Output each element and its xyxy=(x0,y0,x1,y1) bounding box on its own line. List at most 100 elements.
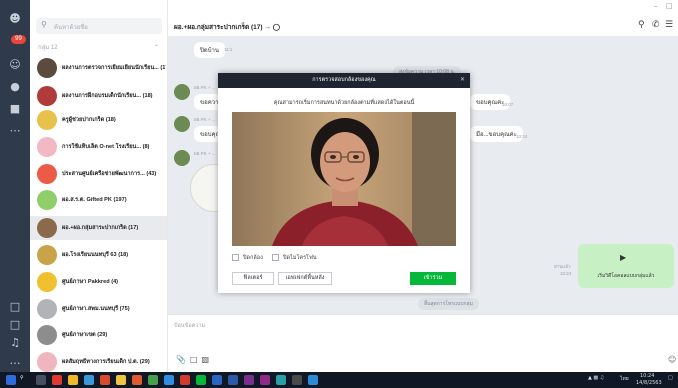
sender-avatar[interactable] xyxy=(174,150,190,166)
turn-off-camera-checkbox[interactable]: ปิดกล้อง xyxy=(232,254,263,262)
sender-name: ผอ.PK + ... xyxy=(194,117,216,122)
add-friend-icon[interactable]: ☺ xyxy=(8,58,22,72)
keep-icon[interactable]: □ xyxy=(8,300,22,314)
word-icon[interactable] xyxy=(228,375,238,385)
language-indicator[interactable]: ไทย xyxy=(620,375,629,383)
emoji-icon[interactable]: ☺ xyxy=(668,355,676,364)
dialog-title: การตรวจสอบกล้องของคุณ xyxy=(218,73,470,88)
app-icon-3[interactable] xyxy=(84,375,94,385)
more-icon[interactable]: ⋯ xyxy=(8,124,22,138)
chat-list-item[interactable]: ผอ.+ผอ.กลุ่มสาระปากเกร็ด (17) xyxy=(30,216,167,240)
call-icon[interactable]: ✆ xyxy=(652,20,660,30)
camera-check-dialog: การตรวจสอบกล้องของคุณ ✕ คุณสามารถเริ่มกา… xyxy=(218,73,470,293)
sender-name: ผอ.PK + ... xyxy=(194,85,216,90)
taskview-icon[interactable] xyxy=(36,375,46,385)
chevron-down-icon[interactable]: ⌄ xyxy=(154,41,159,48)
clock-date[interactable]: 14/8/2563 xyxy=(636,380,662,386)
camera-preview xyxy=(232,112,456,246)
chat-name: ศูนย์ภาษา.สพม.นนทบุรี (75) xyxy=(62,306,130,312)
sender-name: ผอ.PK + ... xyxy=(194,151,216,156)
search-icon: ⚲ xyxy=(41,20,47,29)
app-icon-9[interactable] xyxy=(180,375,190,385)
app-icon-2[interactable] xyxy=(68,375,78,385)
clock-time[interactable]: 10:24 xyxy=(640,373,654,379)
friends-icon[interactable]: ☻ xyxy=(8,12,22,26)
chat-list-item[interactable]: ศูนย์ภาษา.สพม.นนทบุรี (75) xyxy=(30,297,167,321)
app-icon-5[interactable] xyxy=(116,375,126,385)
message-time: 10:24 xyxy=(516,134,528,139)
search-icon[interactable]: ⚲ xyxy=(20,375,24,381)
news-icon[interactable]: ■ xyxy=(8,102,22,116)
message-bubble: ปิดบ้าน xyxy=(194,42,225,58)
chat-list-item[interactable]: ผอ.โรงเรียนนนทบุรี 63 (18) xyxy=(30,243,167,267)
notification-icon[interactable]: □ xyxy=(668,375,673,381)
app-icon-7[interactable] xyxy=(148,375,158,385)
sender-avatar[interactable] xyxy=(174,84,190,100)
avatar xyxy=(37,190,57,210)
chat-name: ผลสัมฤทธิ์ทางการเรียนเด็ก ป.ต. (29) xyxy=(62,359,150,365)
turn-off-mic-checkbox[interactable]: ปิดไมโครโฟน xyxy=(272,254,317,262)
left-rail: ☻ 99 ☺ ● ■ ⋯ □ □ ♫ … xyxy=(0,0,30,372)
attach-toolbar[interactable]: 📎□▧ xyxy=(176,355,213,364)
maximize-icon[interactable]: □ xyxy=(666,2,673,10)
minimize-icon[interactable]: – xyxy=(654,2,658,10)
start-icon[interactable] xyxy=(6,375,16,385)
notes-icon[interactable]: □ xyxy=(8,318,22,332)
line-app-icon[interactable] xyxy=(196,375,206,385)
chat-name: การใช้แท็บเล็ต O-net โรงเรียน... (8) xyxy=(62,144,150,150)
video-call-bubble[interactable]: ▶ เริ่มวิดีโอคอลแบบกลุ่มแล้ว xyxy=(578,244,674,288)
filter-button[interactable]: ฟิลเตอร์ xyxy=(232,272,274,285)
message-input-placeholder[interactable]: ป้อนข้อความ xyxy=(174,322,205,330)
chat-name: ศูนย์ภาษา Pakkred (4) xyxy=(62,279,119,285)
app-icon-11[interactable] xyxy=(276,375,286,385)
publisher-icon-2[interactable] xyxy=(260,375,270,385)
avatar xyxy=(37,164,57,184)
search-box[interactable]: ⚲ ค้นหาด้วยชื่อ xyxy=(36,18,162,34)
app-icon-6[interactable] xyxy=(132,375,142,385)
chat-list-item[interactable]: ผลงานการตรวจการเยี่ยมเยียนนักเรียน... (1… xyxy=(30,56,167,80)
line-app-window: ☻ 99 ☺ ● ■ ⋯ □ □ ♫ … ⚲ ค้นหาด้วยชื่อ กลุ… xyxy=(0,0,678,388)
chat-list-item[interactable]: ศูนย์ภาษา Pakkred (4) xyxy=(30,270,167,294)
close-icon[interactable]: ✕ xyxy=(460,76,465,83)
message-time: 10:24 xyxy=(560,271,572,276)
edge-icon[interactable] xyxy=(308,375,318,385)
message-time: 11:1 xyxy=(224,47,233,52)
publisher-icon[interactable] xyxy=(244,375,254,385)
message-bubble: มือ...ขอบคุณค่ะ xyxy=(470,126,523,142)
chat-title[interactable]: ผอ.+ผอ.กลุ่มสาระปากเกร็ด (17) → ◯ xyxy=(174,22,280,32)
settings-icon[interactable]: … xyxy=(8,354,22,368)
chat-name: ผลงานการตรวจการเยี่ยมเยียนนักเรียน... (1… xyxy=(62,65,166,71)
app-icon-8[interactable] xyxy=(164,375,174,385)
avatar xyxy=(37,137,57,157)
search-icon[interactable]: ⚲ xyxy=(638,20,645,30)
chat-list-item[interactable]: ผลงานการฝึกอบรมเด็กนักเรียน... (18) xyxy=(30,84,167,108)
chat-name: ผลงานการฝึกอบรมเด็กนักเรียน... (18) xyxy=(62,93,153,99)
timeline-icon[interactable]: ● xyxy=(8,80,22,94)
avatar xyxy=(37,272,57,292)
unread-badge: 99 xyxy=(11,35,26,44)
chat-list-item[interactable]: ผอ.ส.ร.ต. Gifted PK (197) xyxy=(30,188,167,212)
chat-name: ผอ.+ผอ.กลุ่มสาระปากเกร็ด (17) xyxy=(62,225,139,231)
chat-list-item[interactable]: ประสานศูนย์เครือข่ายพัฒนาการ... (43) xyxy=(30,162,167,186)
search-input[interactable]: ค้นหาด้วยชื่อ xyxy=(54,22,88,32)
volume-icon[interactable]: ♫ xyxy=(8,336,22,350)
chat-name: ผอ.โรงเรียนนนทบุรี 63 (18) xyxy=(62,252,129,258)
chat-list-item[interactable]: การใช้แท็บเล็ต O-net โรงเรียน... (8) xyxy=(30,135,167,159)
chat-list-item[interactable]: ศูนย์ภาษาเขต (29) xyxy=(30,323,167,347)
app-icon-10[interactable] xyxy=(212,375,222,385)
avatar xyxy=(37,299,57,319)
tray-icons[interactable]: ▲ ▩ ♫ xyxy=(588,375,604,381)
background-effect-button[interactable]: เอฟเฟกต์พื้นหลัง xyxy=(278,272,332,285)
chat-list-item[interactable]: ครูผู้ช่วยปากเกร็ด (18) xyxy=(30,108,167,132)
app-icon-12[interactable] xyxy=(292,375,302,385)
app-icon-1[interactable] xyxy=(52,375,62,385)
windows-taskbar: ⚲ ▲ ▩ ♫ ไทย 10:24 14/8/2563 □ xyxy=(0,372,678,388)
avatar xyxy=(37,245,57,265)
menu-icon[interactable]: ☰ xyxy=(665,20,673,30)
section-label: กลุ่ม 12 xyxy=(38,45,58,51)
avatar xyxy=(37,58,57,78)
app-icon-4[interactable] xyxy=(100,375,110,385)
chat-list-item[interactable]: ผลสัมฤทธิ์ทางการเรียนเด็ก ป.ต. (29) xyxy=(30,350,167,374)
join-button[interactable]: เข้าร่วม xyxy=(410,272,456,285)
sender-avatar[interactable] xyxy=(174,116,190,132)
